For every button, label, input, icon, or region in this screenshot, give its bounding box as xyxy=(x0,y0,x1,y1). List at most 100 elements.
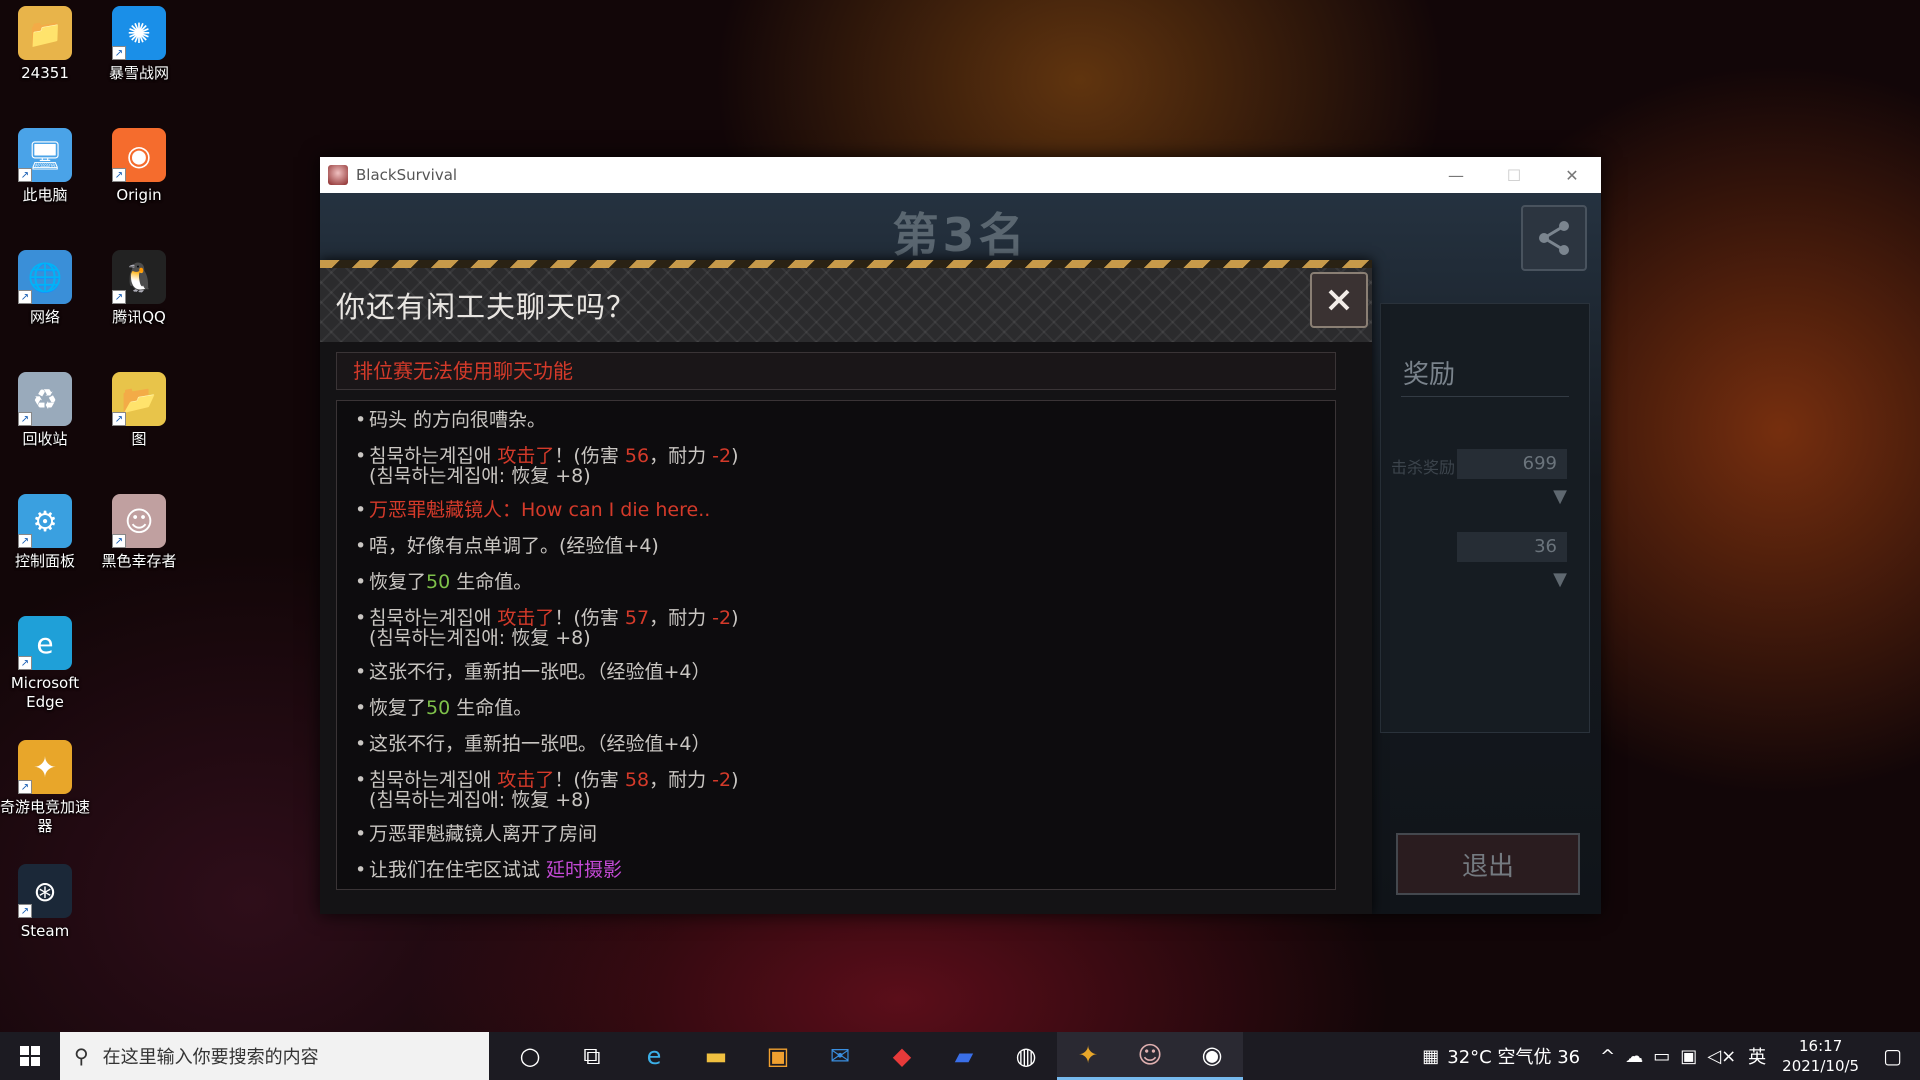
taskbar-search-box[interactable]: ⚲ 在这里输入你要搜索的内容 xyxy=(60,1032,489,1080)
maximize-button[interactable]: ☐ xyxy=(1485,157,1543,193)
desktop-icon[interactable]: ✦ ↗ 奇游电竞加速器 xyxy=(0,740,90,836)
chat-message: • 这张不行，重新拍一张吧。（经验值+4） xyxy=(355,661,1335,683)
chat-segment: ) xyxy=(731,607,739,629)
chat-message-text: 恢复了50 生命值。 xyxy=(369,697,532,719)
user-folder-icon: 📁 xyxy=(18,6,72,60)
desktop-icon-label: Origin xyxy=(116,186,162,204)
dialog-close-button[interactable] xyxy=(1310,272,1368,328)
bullet-icon: • xyxy=(355,733,367,755)
reward-label: 击杀奖励 xyxy=(1391,458,1456,477)
file-explorer-icon[interactable]: ▬ xyxy=(685,1032,747,1080)
chat-segment: ，耐力 xyxy=(649,769,713,791)
taskbar: ⚲ 在这里输入你要搜索的内容 ○ ⧉ e ▬ ▣ ✉ ◆ ▰ ◍ ✦ ☺ ◉ ▦ 32°C 空气优 3… xyxy=(0,1032,1920,1080)
network-icon[interactable]: ▣ xyxy=(1680,1046,1697,1067)
mail-icon[interactable]: ✉ xyxy=(809,1032,871,1080)
chat-log[interactable]: • 码头 的方向很嘈杂。 • 침묵하는계집애 攻击了！(伤害 56，耐力 -2) (침묵… xyxy=(336,400,1336,890)
chat-segment: 万恶罪魁藏镜人：How can I die here.. xyxy=(369,499,711,521)
chat-message: • 万恶罪魁藏镜人离开了房间 xyxy=(355,823,1335,845)
shortcut-arrow-icon: ↗ xyxy=(112,534,126,548)
chat-segment: 这张不行，重新拍一张吧。（经验值+4） xyxy=(369,733,711,755)
app-blue-icon[interactable]: ▰ xyxy=(933,1032,995,1080)
desktop-icon-label: 黑色幸存者 xyxy=(101,552,177,570)
app-globe-icon[interactable]: ◉ xyxy=(1181,1032,1243,1080)
window-close-button[interactable]: ✕ xyxy=(1543,157,1601,193)
desktop-icon[interactable]: ♻ ↗ 回收站 xyxy=(0,372,90,449)
chat-segment: ，耐力 xyxy=(649,607,713,629)
search-placeholder: 在这里输入你要搜索的内容 xyxy=(102,1047,319,1068)
desktop-icon[interactable]: 📂 ↗ 图 xyxy=(94,372,184,449)
chat-message-text: 这张不行，重新拍一张吧。（经验值+4） xyxy=(369,661,711,683)
chat-message-text: 这张不行，重新拍一张吧。（经验值+4） xyxy=(369,733,711,755)
edge-icon[interactable]: e xyxy=(623,1032,685,1080)
notification-icon[interactable]: ▢ xyxy=(1883,1044,1902,1068)
shortcut-arrow-icon: ↗ xyxy=(112,290,126,304)
qq-icon: 🐧 ↗ xyxy=(112,250,166,304)
app-white-icon[interactable]: ◍ xyxy=(995,1032,1057,1080)
reward-value-2: 36 xyxy=(1457,532,1567,562)
chat-segment: 攻击了 xyxy=(497,445,555,467)
chat-segment: 침묵하는계집애 xyxy=(369,607,498,629)
desktop-icon-label: 奇游电竞加速器 xyxy=(0,798,91,835)
cortana-icon[interactable]: ○ xyxy=(499,1032,561,1080)
chat-notice: 排位赛无法使用聊天功能 xyxy=(336,352,1336,390)
desktop-icon[interactable]: ◉ ↗ Origin xyxy=(94,128,184,205)
onedrive-icon[interactable]: ☁ xyxy=(1625,1046,1643,1067)
steam-icon: ⊛ ↗ xyxy=(18,864,72,918)
chat-message-subtext: (침묵하는계집애: 恢复 +8) xyxy=(369,465,591,487)
app-red-icon[interactable]: ◆ xyxy=(871,1032,933,1080)
ime-indicator[interactable]: 英 xyxy=(1748,1043,1766,1069)
desktop-icon-label: Steam xyxy=(20,922,70,940)
computer-icon: 🖥 ↗ xyxy=(18,128,72,182)
chat-message-subtext: (침묵하는계집애: 恢复 +8) xyxy=(369,789,591,811)
desktop-icon[interactable]: ⚙ ↗ 控制面板 xyxy=(0,494,90,571)
chat-segment: 唔，好像有点单调了。(经验值+4) xyxy=(369,535,659,557)
store-icon[interactable]: ▣ xyxy=(747,1032,809,1080)
chat-segment: ) xyxy=(731,445,739,467)
bullet-icon: • xyxy=(355,445,367,467)
rank-title: 第3名 xyxy=(892,208,1029,262)
chat-disabled-dialog: 你还有闲工夫聊天吗？ 排位赛无法使用聊天功能 • 码头 的方向很嘈杂。 • 침묵하는계… xyxy=(320,260,1372,914)
chat-message: • 침묵하는계집애 攻击了！(伤害 58，耐力 -2) (침묵하는계집애: 恢复 +… xyxy=(355,769,1335,811)
desktop-icon[interactable]: 🌐 ↗ 网络 xyxy=(0,250,90,327)
chat-message-text: 침묵하는계집애 攻击了！(伤害 56，耐力 -2) xyxy=(369,445,738,467)
weather-icon[interactable]: ▦ xyxy=(1422,1046,1439,1067)
bullet-icon: • xyxy=(355,769,367,791)
desktop-icon-label: Microsoft Edge xyxy=(10,674,80,711)
share-button[interactable] xyxy=(1521,205,1587,271)
desktop-icon[interactable]: 🐧 ↗ 腾讯QQ xyxy=(94,250,184,327)
chat-segment: 攻击了 xyxy=(497,607,555,629)
qiyou-icon[interactable]: ✦ xyxy=(1057,1032,1119,1080)
shortcut-arrow-icon: ↗ xyxy=(18,656,32,670)
chat-segment: -2 xyxy=(712,769,732,791)
start-button[interactable] xyxy=(0,1032,60,1080)
dropdown-arrow-icon[interactable]: ▼ xyxy=(1553,486,1567,507)
battery-icon[interactable]: ▭ xyxy=(1653,1046,1670,1067)
desktop-icon[interactable]: e ↗ Microsoft Edge xyxy=(0,616,90,712)
desktop-icon[interactable]: ⊛ ↗ Steam xyxy=(0,864,90,941)
chat-message: • 让我们在住宅区试试 延时摄影 xyxy=(355,859,1335,881)
minimize-button[interactable]: — xyxy=(1427,157,1485,193)
chat-message: • 恢复了50 生命值。 xyxy=(355,571,1335,593)
desktop-icon[interactable]: ☺ ↗ 黑色幸存者 xyxy=(94,494,184,571)
clock[interactable]: 16:17 2021/10/5 xyxy=(1782,1036,1859,1076)
battlenet-icon: ✺ ↗ xyxy=(112,6,166,60)
black-survival-icon[interactable]: ☺ xyxy=(1119,1032,1181,1080)
desktop-icon-label: 控制面板 xyxy=(14,552,75,570)
dropdown-arrow-icon[interactable]: ▼ xyxy=(1553,569,1567,590)
task-view-icon[interactable]: ⧉ xyxy=(561,1032,623,1080)
chat-segment: 침묵하는계집애 xyxy=(369,445,498,467)
weather-status[interactable]: 32°C 空气优 36 xyxy=(1447,1043,1580,1069)
desktop-icon[interactable]: 📁 24351 xyxy=(0,6,90,83)
desktop-icon[interactable]: ✺ ↗ 暴雪战网 xyxy=(94,6,184,83)
exit-button[interactable]: 退出 xyxy=(1396,833,1580,895)
chat-message-text: 恢复了50 生命值。 xyxy=(369,571,532,593)
chat-message: • 恢复了50 生命值。 xyxy=(355,697,1335,719)
window-titlebar[interactable]: BlackSurvival — ☐ ✕ xyxy=(320,157,1601,193)
tray-overflow-icon[interactable]: ^ xyxy=(1600,1046,1615,1067)
network-icon: 🌐 ↗ xyxy=(18,250,72,304)
shortcut-arrow-icon: ↗ xyxy=(18,290,32,304)
chat-segment: -2 xyxy=(712,445,732,467)
volume-icon[interactable]: ◁× xyxy=(1707,1046,1736,1067)
chat-segment: 生命值。 xyxy=(450,697,533,719)
desktop-icon[interactable]: 🖥 ↗ 此电脑 xyxy=(0,128,90,205)
